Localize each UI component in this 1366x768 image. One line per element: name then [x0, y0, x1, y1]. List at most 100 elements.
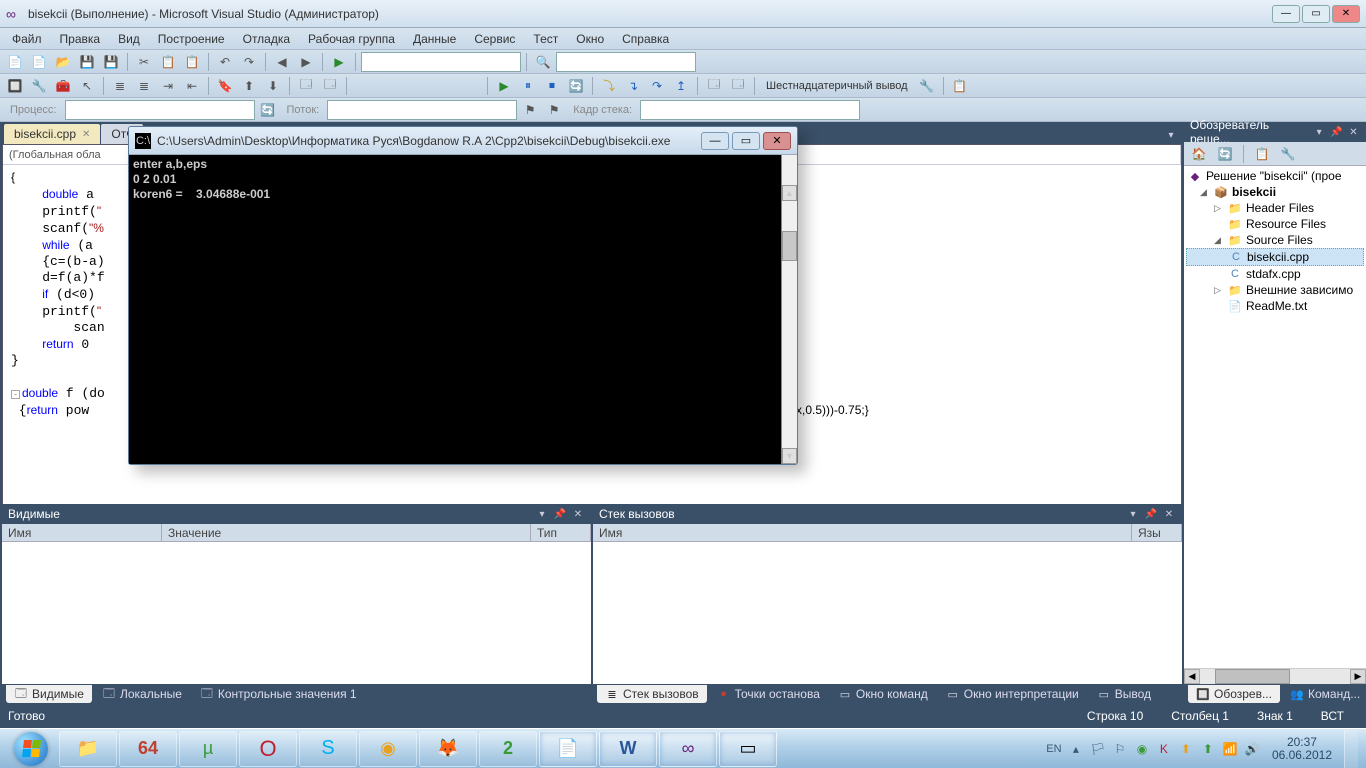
menu-view[interactable]: Вид — [110, 30, 148, 48]
solution-explorer-icon[interactable]: 🔲 — [4, 76, 26, 96]
breakpoints-icon[interactable]: 🗔 — [727, 76, 749, 96]
solution-hscroll[interactable]: ◀▶ — [1184, 668, 1366, 684]
btab-immediate[interactable]: ▭Окно интерпретации — [938, 685, 1087, 703]
col-value[interactable]: Значение — [162, 524, 531, 541]
tray-action-icon[interactable]: ⚐ — [1112, 741, 1128, 757]
taskbar-skype[interactable]: S — [299, 731, 357, 767]
taskbar-console[interactable]: ▭ — [719, 731, 777, 767]
locals-body[interactable] — [2, 542, 591, 684]
taskbar-explorer[interactable]: 📁 — [59, 731, 117, 767]
copy-icon[interactable]: 📋 — [157, 52, 179, 72]
step-next-icon[interactable]: ⤵ — [598, 76, 620, 96]
panel-dropdown-icon[interactable]: ▾ — [535, 507, 549, 521]
show-desktop-button[interactable] — [1344, 730, 1358, 768]
uncomment-icon[interactable]: ≣ — [133, 76, 155, 96]
menu-team[interactable]: Рабочая группа — [300, 30, 403, 48]
panel-pin-icon[interactable]: 📌 — [1144, 507, 1158, 521]
scroll-down-icon[interactable]: ▼ — [782, 448, 797, 464]
tray-expand-icon[interactable]: ▴ — [1068, 741, 1084, 757]
tray-flag-icon[interactable]: 🏳 — [1090, 741, 1106, 757]
taskbar-opera[interactable]: O — [239, 731, 297, 767]
tree-external-folder[interactable]: ▷ 📁 Внешние зависимо — [1186, 282, 1364, 298]
menu-build[interactable]: Построение — [150, 30, 233, 48]
btab-output[interactable]: ▭Вывод — [1089, 685, 1159, 703]
menu-debug[interactable]: Отладка — [235, 30, 298, 48]
btab-callstack[interactable]: ≣Стек вызовов — [597, 685, 707, 703]
console-minimize-button[interactable]: — — [701, 132, 729, 150]
step-out-icon[interactable]: ↥ — [670, 76, 692, 96]
save-icon[interactable]: 💾 — [76, 52, 98, 72]
outdent-icon[interactable]: ⇤ — [181, 76, 203, 96]
open-icon[interactable]: 📂 — [52, 52, 74, 72]
col-lang[interactable]: Язы — [1132, 524, 1182, 541]
process-refresh-icon[interactable]: 🔄 — [257, 100, 279, 120]
console-output[interactable]: enter a,b,eps 0 2 0.01 koren6 = 3.04688e… — [129, 155, 797, 464]
console-scrollbar[interactable]: ▲ ▼ — [781, 155, 797, 464]
menu-help[interactable]: Справка — [614, 30, 677, 48]
col-name[interactable]: Имя — [593, 524, 1132, 541]
stack-combo[interactable] — [640, 100, 860, 120]
windows-icon[interactable]: 🗔 — [703, 76, 725, 96]
tray-clock[interactable]: 20:37 06.06.2012 — [1266, 736, 1338, 762]
config-combo[interactable] — [361, 52, 521, 72]
side-tab-explorer[interactable]: 🔲 Обозрев... — [1188, 685, 1280, 703]
comment-icon[interactable]: ≣ — [109, 76, 131, 96]
toolbox-icon[interactable]: 🧰 — [52, 76, 74, 96]
bookmark-next-icon[interactable]: ⬇ — [262, 76, 284, 96]
btab-autos[interactable]: 🗔Видимые — [6, 685, 92, 703]
menu-window[interactable]: Окно — [568, 30, 612, 48]
find-icon[interactable]: 🔍 — [532, 52, 554, 72]
scroll-thumb[interactable] — [782, 231, 797, 261]
taskbar-visualstudio[interactable]: ∞ — [659, 731, 717, 767]
tray-update-icon[interactable]: ⬆ — [1178, 741, 1194, 757]
maximize-button[interactable]: ▭ — [1302, 5, 1330, 23]
tray-usb-icon[interactable]: ⬆ — [1200, 741, 1216, 757]
undo-icon[interactable]: ↶ — [214, 52, 236, 72]
tray-gpu-icon[interactable]: ◉ — [1134, 741, 1150, 757]
thread-filter-icon[interactable]: ⚑ — [543, 100, 565, 120]
save-all-icon[interactable]: 💾 — [100, 52, 122, 72]
redo-icon[interactable]: ↷ — [238, 52, 260, 72]
expander-icon[interactable]: ▷ — [1214, 203, 1224, 214]
properties-icon[interactable]: 🔧 — [1277, 144, 1299, 164]
console-close-button[interactable]: ✕ — [763, 132, 791, 150]
pointer-icon[interactable]: ↖ — [76, 76, 98, 96]
tree-resources-folder[interactable]: 📁 Resource Files — [1186, 216, 1364, 232]
panel-pin-icon[interactable]: 📌 — [553, 507, 567, 521]
close-button[interactable]: ✕ — [1332, 5, 1360, 23]
tree-sources-folder[interactable]: ◢ 📁 Source Files — [1186, 232, 1364, 248]
panel-close-icon[interactable]: ✕ — [1347, 125, 1360, 139]
tray-volume-icon[interactable]: 🔊 — [1244, 741, 1260, 757]
properties-icon[interactable]: 🔧 — [28, 76, 50, 96]
taskbar-2gis[interactable]: 2 — [479, 731, 537, 767]
btab-command[interactable]: ▭Окно команд — [830, 685, 936, 703]
add-item-icon[interactable]: 📄 — [28, 52, 50, 72]
bookmark-prev-icon[interactable]: ⬆ — [238, 76, 260, 96]
scroll-up-icon[interactable]: ▲ — [782, 185, 797, 201]
taskbar-notepad[interactable]: 📄 — [539, 731, 597, 767]
expander-icon[interactable]: ◢ — [1214, 235, 1224, 246]
panel-close-icon[interactable]: ✕ — [1162, 507, 1176, 521]
console-window[interactable]: C:\ C:\Users\Admin\Desktop\Информатика Р… — [128, 126, 798, 465]
hex-output-label[interactable]: Шестнадцатеричный вывод — [760, 80, 914, 92]
nav-fwd-icon[interactable]: ▶ — [295, 52, 317, 72]
tree-file-stdafx[interactable]: C stdafx.cpp — [1186, 266, 1364, 282]
tree-file-bisekcii[interactable]: C bisekcii.cpp — [1186, 248, 1364, 266]
cut-icon[interactable]: ✂ — [133, 52, 155, 72]
col-type[interactable]: Тип — [531, 524, 591, 541]
find-combo[interactable] — [556, 52, 696, 72]
taskbar-utorrent[interactable]: µ — [179, 731, 237, 767]
expander-icon[interactable]: ◢ — [1200, 187, 1210, 198]
col-name[interactable]: Имя — [2, 524, 162, 541]
paste-icon[interactable]: 📋 — [181, 52, 203, 72]
menu-data[interactable]: Данные — [405, 30, 464, 48]
panel-close-icon[interactable]: ✕ — [571, 507, 585, 521]
expander-icon[interactable]: ▷ — [1214, 285, 1224, 296]
console-maximize-button[interactable]: ▭ — [732, 132, 760, 150]
panel-dropdown-icon[interactable]: ▾ — [1313, 125, 1326, 139]
nav-back-icon[interactable]: ◀ — [271, 52, 293, 72]
close-tab-icon[interactable]: ✕ — [82, 129, 90, 140]
process-combo[interactable] — [65, 100, 255, 120]
taskbar-word[interactable]: W — [599, 731, 657, 767]
panel-dropdown-icon[interactable]: ▾ — [1126, 507, 1140, 521]
